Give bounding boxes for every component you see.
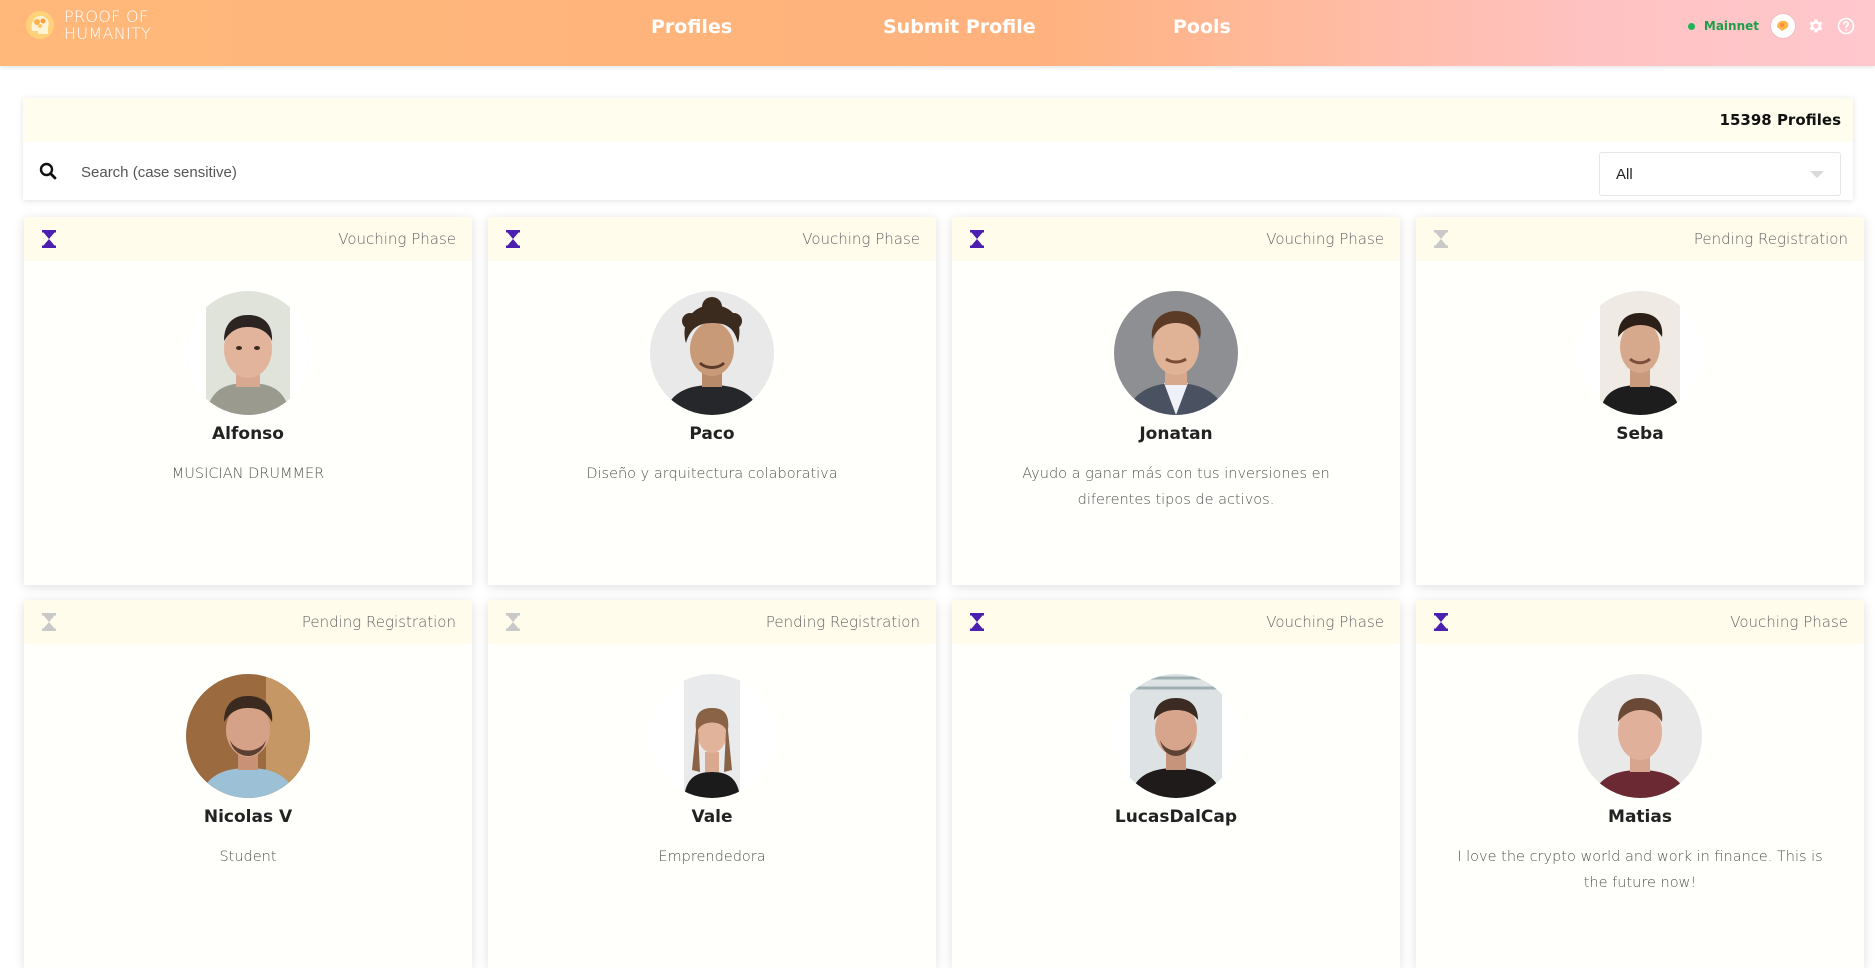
chevron-down-icon bbox=[1810, 171, 1824, 178]
search-input[interactable] bbox=[79, 154, 1583, 190]
logo-line-2: HUMANITY bbox=[64, 24, 152, 43]
search-panel: 15398 Profiles All bbox=[23, 98, 1853, 200]
card-header: Vouching Phase bbox=[24, 217, 472, 261]
profile-bio: Diseño y arquitectura colaborativa bbox=[586, 466, 838, 482]
profile-name: Paco bbox=[689, 424, 735, 444]
avatar bbox=[650, 291, 774, 415]
hourglass-icon bbox=[505, 230, 521, 248]
status-label: Pending Registration bbox=[765, 613, 920, 631]
status-label: Vouching Phase bbox=[802, 230, 920, 248]
header-tools: Mainnet bbox=[1687, 14, 1855, 38]
head-logo-icon bbox=[24, 9, 56, 41]
profile-bio: I love the crypto world and work in fina… bbox=[1457, 849, 1823, 891]
help-icon[interactable] bbox=[1837, 17, 1855, 35]
avatar bbox=[1114, 291, 1238, 415]
profile-card-lucasdalcap[interactable]: Vouching Phase LucasDalCap bbox=[952, 600, 1400, 968]
profile-card-paco[interactable]: Vouching Phase Paco Diseño y arquitectur… bbox=[488, 217, 936, 585]
avatar bbox=[650, 674, 774, 798]
profile-name: Jonatan bbox=[1139, 424, 1213, 444]
logo[interactable]: PROOF OF HUMANITY bbox=[24, 8, 151, 42]
avatar bbox=[186, 291, 310, 415]
profile-bio: Student bbox=[219, 849, 277, 865]
profile-bio: Ayudo a ganar más con tus inversiones en… bbox=[1022, 466, 1330, 508]
card-header: Pending Registration bbox=[1416, 217, 1864, 261]
network-status-dot bbox=[1687, 22, 1695, 30]
network-indicator[interactable]: Mainnet bbox=[1687, 19, 1759, 33]
profile-name: LucasDalCap bbox=[1114, 807, 1238, 827]
hourglass-icon bbox=[41, 613, 57, 631]
status-label: Vouching Phase bbox=[338, 230, 456, 248]
status-filter-select[interactable]: All bbox=[1599, 152, 1841, 196]
avatar bbox=[1578, 291, 1702, 415]
card-header: Pending Registration bbox=[488, 600, 936, 644]
status-label: Vouching Phase bbox=[1266, 613, 1384, 631]
logo-text: PROOF OF HUMANITY bbox=[64, 8, 151, 42]
top-navbar: PROOF OF HUMANITY Profiles Submit Profil… bbox=[0, 0, 1875, 66]
search-row: All bbox=[23, 142, 1853, 200]
profile-card-nicolas-v[interactable]: Pending Registration Nicolas V Student bbox=[24, 600, 472, 968]
profile-name: Nicolas V bbox=[203, 807, 293, 827]
profile-count: 15398 Profiles bbox=[1719, 111, 1841, 129]
nav-submit-profile[interactable]: Submit Profile bbox=[883, 16, 1036, 38]
profile-bio: MUSICIAN DRUMMER bbox=[171, 466, 325, 482]
hourglass-icon bbox=[41, 230, 57, 248]
profile-name: Alfonso bbox=[212, 424, 284, 444]
hourglass-icon bbox=[969, 230, 985, 248]
avatar bbox=[186, 674, 310, 798]
status-label: Vouching Phase bbox=[1266, 230, 1384, 248]
network-label: Mainnet bbox=[1703, 19, 1759, 33]
status-filter-value: All bbox=[1616, 165, 1633, 183]
card-header: Vouching Phase bbox=[952, 217, 1400, 261]
gear-icon[interactable] bbox=[1807, 17, 1825, 35]
profile-card-vale[interactable]: Pending Registration Vale Emprendedora bbox=[488, 600, 936, 968]
avatar bbox=[1578, 674, 1702, 798]
profile-card-jonatan[interactable]: Vouching Phase Jonatan Ayudo a ganar más… bbox=[952, 217, 1400, 585]
hourglass-icon bbox=[1433, 230, 1449, 248]
avatar bbox=[1114, 674, 1238, 798]
status-label: Vouching Phase bbox=[1730, 613, 1848, 631]
hourglass-icon bbox=[505, 613, 521, 631]
profile-bio: Emprendedora bbox=[658, 849, 766, 865]
profile-card-alfonso[interactable]: Vouching Phase Alfonso MUSICIAN DRUMMER bbox=[24, 217, 472, 585]
logo-line-1: PROOF OF bbox=[64, 7, 149, 26]
card-header: Vouching Phase bbox=[1416, 600, 1864, 644]
profile-card-seba[interactable]: Pending Registration Seba bbox=[1416, 217, 1864, 585]
card-header: Vouching Phase bbox=[488, 217, 936, 261]
nav-pools[interactable]: Pools bbox=[1173, 16, 1231, 38]
nav-profiles[interactable]: Profiles bbox=[651, 16, 732, 38]
hourglass-icon bbox=[1433, 613, 1449, 631]
hourglass-icon bbox=[969, 613, 985, 631]
profile-name: Vale bbox=[691, 807, 733, 827]
card-header: Pending Registration bbox=[24, 600, 472, 644]
profile-card-matias[interactable]: Vouching Phase Matias I love the crypto … bbox=[1416, 600, 1864, 968]
profile-name: Matias bbox=[1608, 807, 1672, 827]
status-label: Pending Registration bbox=[1693, 230, 1848, 248]
status-label: Pending Registration bbox=[301, 613, 456, 631]
wallet-avatar-icon[interactable] bbox=[1771, 14, 1795, 38]
profile-name: Seba bbox=[1616, 424, 1664, 444]
search-panel-header: 15398 Profiles bbox=[23, 98, 1853, 142]
search-icon bbox=[39, 162, 57, 180]
card-header: Vouching Phase bbox=[952, 600, 1400, 644]
